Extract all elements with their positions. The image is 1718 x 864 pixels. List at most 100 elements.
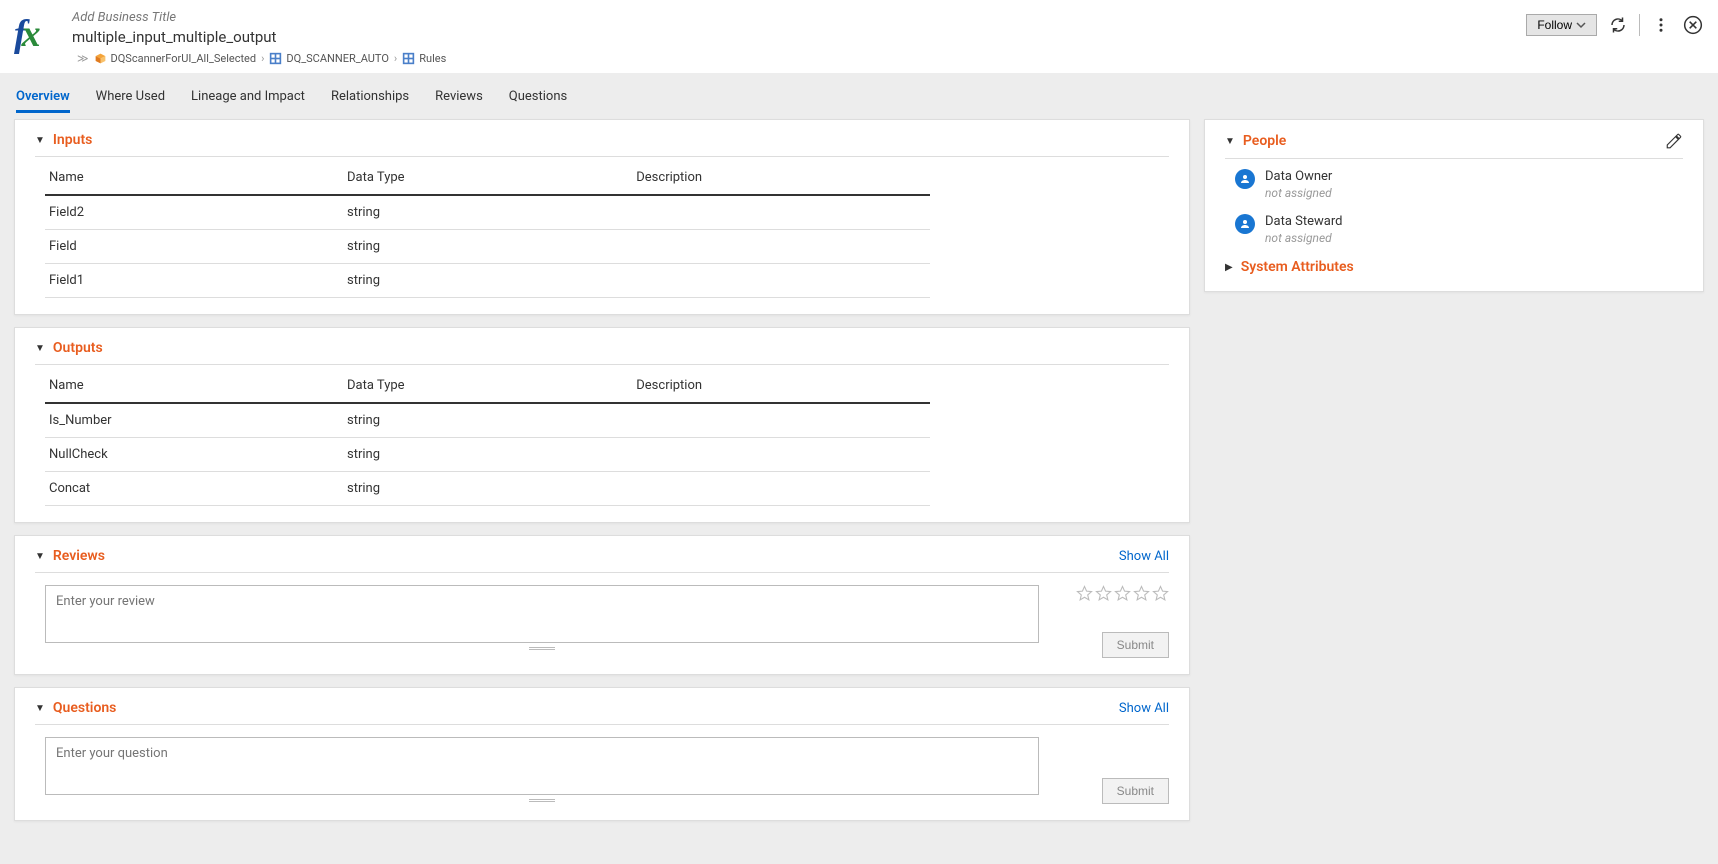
col-header-type: Data Type (347, 170, 636, 185)
divider (1639, 14, 1640, 36)
svg-text:fx: fx (14, 13, 41, 55)
caret-right-icon[interactable]: ▶ (1225, 262, 1233, 273)
questions-show-all-link[interactable]: Show All (1119, 701, 1169, 716)
inputs-table: Name Data Type Description Field2 string… (45, 161, 930, 298)
resize-handle[interactable] (45, 799, 1039, 804)
questions-title: Questions (53, 700, 116, 716)
table-row: Field string (45, 230, 930, 264)
people-title: People (1243, 133, 1286, 149)
cell-desc (636, 273, 925, 288)
refresh-button[interactable] (1607, 14, 1629, 36)
cell-desc (636, 481, 925, 496)
follow-label: Follow (1537, 18, 1572, 32)
star-icon[interactable] (1076, 585, 1093, 602)
outputs-table: Name Data Type Description Is_Number str… (45, 369, 930, 506)
review-submit-button[interactable]: Submit (1102, 632, 1169, 658)
breadcrumb-label: DQ_SCANNER_AUTO (286, 52, 389, 65)
breadcrumb-item-0[interactable]: DQScannerForUI_All_Selected (94, 52, 257, 65)
caret-down-icon[interactable]: ▼ (35, 703, 45, 714)
tab-reviews[interactable]: Reviews (435, 83, 483, 113)
cell-type: string (347, 239, 636, 254)
col-header-name: Name (49, 378, 347, 393)
breadcrumb-label: Rules (419, 52, 446, 65)
people-assigned: not assigned (1265, 186, 1332, 200)
col-header-desc: Description (636, 170, 925, 185)
more-menu-button[interactable] (1650, 14, 1672, 36)
star-icon[interactable] (1133, 585, 1150, 602)
caret-down-icon[interactable]: ▼ (35, 343, 45, 354)
table-row: Concat string (45, 472, 930, 506)
cell-name: Field2 (49, 205, 347, 220)
table-row: Is_Number string (45, 404, 930, 438)
grid-icon (269, 52, 282, 65)
people-item-steward: Data Steward not assigned (1235, 214, 1683, 245)
tab-overview[interactable]: Overview (16, 83, 70, 113)
caret-down-icon[interactable]: ▼ (35, 135, 45, 146)
rating-stars (1076, 585, 1169, 602)
resize-handle[interactable] (45, 647, 1039, 652)
col-header-desc: Description (636, 378, 925, 393)
tab-bar: Overview Where Used Lineage and Impact R… (0, 73, 1718, 113)
star-icon[interactable] (1152, 585, 1169, 602)
outputs-title: Outputs (53, 340, 103, 356)
breadcrumb-label: DQScannerForUI_All_Selected (111, 52, 257, 65)
star-icon[interactable] (1095, 585, 1112, 602)
cell-type: string (347, 413, 636, 428)
people-role: Data Steward (1265, 214, 1342, 229)
cell-desc (636, 447, 925, 462)
cell-name: Field (49, 239, 347, 254)
edit-icon[interactable] (1665, 132, 1683, 150)
review-input[interactable] (45, 585, 1039, 643)
business-title-placeholder[interactable]: Add Business Title (72, 10, 1526, 25)
breadcrumb-item-2[interactable]: Rules (402, 52, 446, 65)
close-button[interactable] (1682, 14, 1704, 36)
chevron-right-icon: › (261, 52, 264, 65)
people-item-owner: Data Owner not assigned (1235, 169, 1683, 200)
cell-name: NullCheck (49, 447, 347, 462)
inputs-title: Inputs (53, 132, 92, 148)
cell-name: Concat (49, 481, 347, 496)
cell-type: string (347, 481, 636, 496)
col-header-name: Name (49, 170, 347, 185)
question-input[interactable] (45, 737, 1039, 795)
tab-questions[interactable]: Questions (509, 83, 567, 113)
caret-down-icon[interactable]: ▼ (35, 551, 45, 562)
more-vertical-icon (1652, 16, 1670, 34)
tab-lineage[interactable]: Lineage and Impact (191, 83, 305, 113)
system-attributes-title: System Attributes (1241, 259, 1354, 275)
people-role: Data Owner (1265, 169, 1332, 184)
cell-type: string (347, 205, 636, 220)
chevron-right-icon: › (394, 52, 397, 65)
page-header: fx Add Business Title multiple_input_mul… (0, 0, 1718, 73)
tab-relationships[interactable]: Relationships (331, 83, 409, 113)
asset-name: multiple_input_multiple_output (72, 25, 1526, 52)
breadcrumb-item-1[interactable]: DQ_SCANNER_AUTO (269, 52, 389, 65)
people-assigned: not assigned (1265, 231, 1342, 245)
inputs-card: ▼ Inputs Name Data Type Description Fiel… (14, 119, 1190, 315)
close-circle-icon (1683, 15, 1703, 35)
star-icon[interactable] (1114, 585, 1131, 602)
cell-name: Is_Number (49, 413, 347, 428)
follow-button[interactable]: Follow (1526, 14, 1597, 36)
cube-icon (94, 52, 107, 65)
grid-icon (402, 52, 415, 65)
cell-type: string (347, 273, 636, 288)
table-row: Field2 string (45, 196, 930, 230)
reviews-show-all-link[interactable]: Show All (1119, 549, 1169, 564)
cell-name: Field1 (49, 273, 347, 288)
tab-where-used[interactable]: Where Used (96, 83, 165, 113)
cell-desc (636, 205, 925, 220)
side-card: ▼ People Data Owner not assigned (1204, 119, 1704, 292)
fx-icon: fx (14, 10, 60, 56)
questions-card: ▼ Questions Show All Submit (14, 687, 1190, 821)
refresh-icon (1609, 16, 1627, 34)
cell-desc (636, 239, 925, 254)
question-submit-button[interactable]: Submit (1102, 778, 1169, 804)
table-row: NullCheck string (45, 438, 930, 472)
col-header-type: Data Type (347, 378, 636, 393)
reviews-card: ▼ Reviews Show All (14, 535, 1190, 675)
chevron-down-icon (1576, 20, 1586, 30)
breadcrumb: ≫ DQScannerForUI_All_Selected › DQ_SCANN… (72, 52, 1526, 73)
caret-down-icon[interactable]: ▼ (1225, 136, 1235, 147)
table-row: Field1 string (45, 264, 930, 298)
